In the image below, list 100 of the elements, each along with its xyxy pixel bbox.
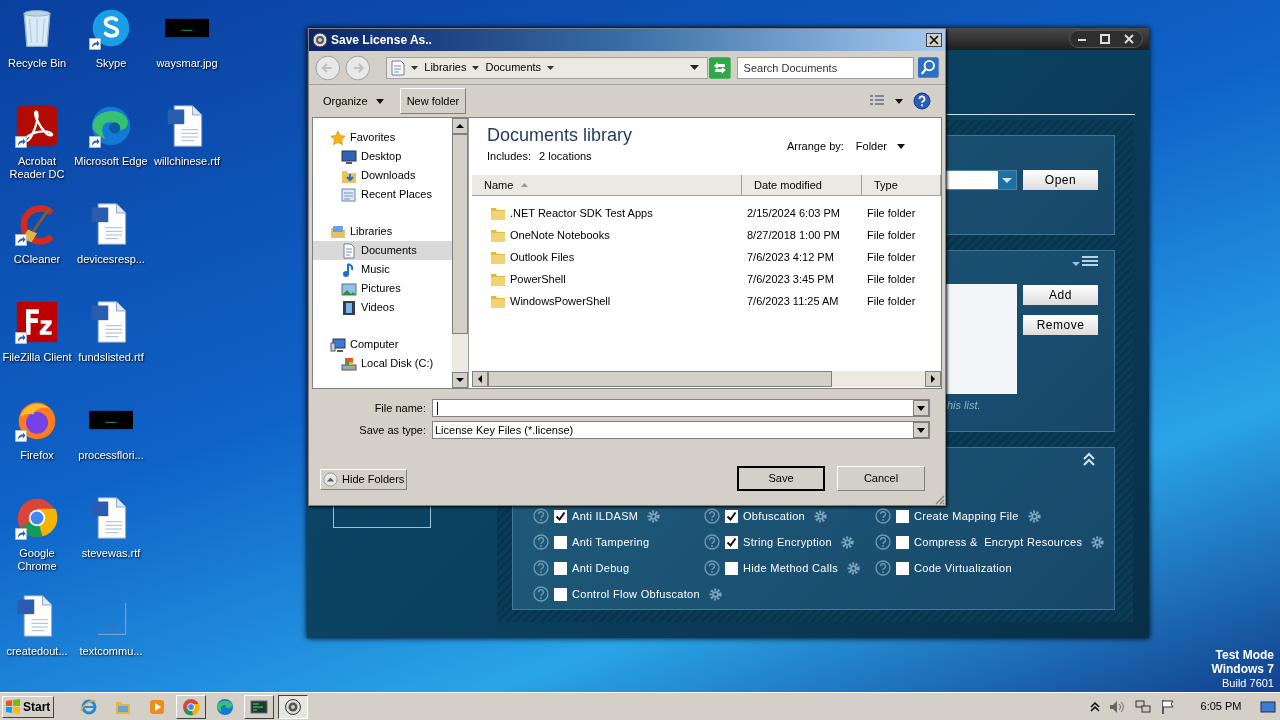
checkbox[interactable]	[554, 509, 567, 523]
checkbox[interactable]	[725, 509, 738, 523]
nav-item[interactable]: Favorites	[313, 128, 452, 147]
refresh-icon[interactable]	[708, 56, 731, 79]
chevron-up-icon[interactable]	[1090, 700, 1100, 713]
start-button[interactable]: Start	[2, 695, 54, 718]
menu-icon[interactable]	[1072, 256, 1100, 268]
open-button[interactable]: Open	[1023, 170, 1098, 190]
checkbox[interactable]	[725, 535, 738, 549]
scroll-down-icon[interactable]	[452, 372, 468, 388]
scrollbar[interactable]	[472, 371, 941, 387]
file-label[interactable]: Firefox	[0, 449, 74, 462]
nav-item[interactable]: Documents	[313, 241, 452, 260]
gear-icon[interactable]	[646, 508, 662, 524]
nav-item[interactable]: Libraries	[313, 222, 452, 241]
checkbox[interactable]	[554, 561, 567, 575]
cancel-button[interactable]: Cancel	[837, 466, 925, 491]
file-label[interactable]: fundslisted.rtf	[74, 351, 148, 364]
file-name-field[interactable]	[432, 399, 930, 417]
file-row[interactable]: Outlook Files 7/6/2023 4:12 PM File folder	[472, 246, 941, 268]
file-row[interactable]: .NET Reactor SDK Test Apps 2/15/2024 6:03 PM File folder	[472, 202, 941, 224]
nav-item[interactable]: Desktop	[313, 147, 452, 166]
checkbox[interactable]	[725, 561, 738, 575]
help-icon[interactable]	[913, 92, 931, 110]
checkbox[interactable]	[896, 509, 909, 523]
file-label[interactable]: devicesresp...	[74, 253, 148, 266]
scrollbar[interactable]	[452, 118, 468, 388]
file-label[interactable]: FileZilla Client	[0, 351, 74, 364]
file-label[interactable]: Google Chrome	[0, 547, 74, 573]
file-label[interactable]: Acrobat Reader DC	[0, 155, 74, 181]
nav-item[interactable]: Computer	[313, 335, 452, 354]
resize-grip-icon[interactable]	[933, 493, 945, 505]
file-label[interactable]: willchinese.rtf	[150, 155, 224, 168]
network-icon[interactable]	[1134, 698, 1152, 715]
gear-icon[interactable]	[813, 508, 828, 524]
search-field[interactable]: Search Documents	[736, 56, 915, 79]
hide-folders-button[interactable]: Hide Folders	[320, 469, 408, 490]
flag-icon[interactable]	[1160, 698, 1176, 715]
breadcrumb-item[interactable]: Libraries	[424, 59, 467, 76]
search-icon[interactable]	[918, 57, 939, 78]
caret-icon[interactable]	[689, 65, 699, 70]
locations-link[interactable]: 2 locations	[539, 148, 592, 165]
file-row[interactable]: OneNote Notebooks 8/27/2018 1:00 PM File folder	[472, 224, 941, 246]
file-label[interactable]: waysmar.jpg	[150, 57, 224, 70]
file-row[interactable]: PowerShell 7/6/2023 3:45 PM File folder	[472, 268, 941, 290]
add-button[interactable]: Add	[1023, 285, 1098, 305]
remove-button[interactable]: Remove	[1023, 315, 1098, 335]
file-label[interactable]: Skype	[74, 57, 148, 70]
nav-item[interactable]: Recent Places	[313, 185, 452, 204]
scroll-thumb[interactable]	[452, 134, 468, 334]
address-bar[interactable]: Libraries Documents	[386, 56, 708, 79]
ftp-app-icon[interactable]	[15, 300, 59, 344]
arrange-dropdown[interactable]: Folder	[855, 138, 905, 155]
collapse-icon[interactable]	[1082, 452, 1096, 466]
caret-icon[interactable]	[411, 65, 419, 70]
nav-item[interactable]: Downloads	[313, 166, 452, 185]
file-label[interactable]: createdout...	[0, 645, 74, 658]
file-label[interactable]: CCleaner	[0, 253, 74, 266]
scroll-right-icon[interactable]	[925, 371, 941, 387]
scroll-left-icon[interactable]	[472, 371, 488, 387]
clock[interactable]: 6:05 PM	[1186, 698, 1256, 715]
column-header[interactable]: Type	[862, 175, 941, 195]
nav-item[interactable]: Pictures	[313, 279, 452, 298]
file-label[interactable]: Recycle Bin	[0, 57, 74, 70]
file-label[interactable]: Microsoft Edge	[74, 155, 148, 168]
nav-item[interactable]: Local Disk (C:)	[313, 354, 452, 373]
file-label[interactable]: processflori...	[74, 449, 148, 462]
scroll-up-icon[interactable]	[452, 118, 468, 134]
gear-icon[interactable]	[846, 560, 861, 576]
browser-icon[interactable]	[15, 496, 59, 540]
pdf-app-icon[interactable]	[15, 104, 59, 148]
organize-menu[interactable]: Organize	[317, 89, 390, 113]
taskbar-button[interactable]	[278, 694, 308, 719]
collapse-icon	[323, 472, 338, 487]
breadcrumb-item[interactable]: Documents	[485, 59, 542, 76]
gear-icon[interactable]	[707, 586, 723, 602]
checkbox[interactable]	[896, 561, 909, 575]
file-label[interactable]: textcommu...	[74, 645, 148, 658]
checkbox[interactable]	[554, 587, 567, 601]
checkbox[interactable]	[896, 535, 909, 549]
checkbox[interactable]	[554, 535, 567, 549]
show-desktop-icon[interactable]	[1260, 698, 1276, 715]
scroll-thumb[interactable]	[488, 371, 832, 387]
file-row[interactable]: WindowsPowerShell 7/6/2023 11:25 AM File folder	[472, 290, 941, 312]
save-button[interactable]: Save	[737, 466, 825, 491]
gear-icon[interactable]	[839, 534, 855, 550]
file-label[interactable]: stevewas.rtf	[74, 547, 148, 560]
caret-icon[interactable]	[472, 65, 480, 70]
caret-icon[interactable]	[547, 65, 555, 70]
nav-item[interactable]: Music	[313, 260, 452, 279]
column-header[interactable]: Date modified	[742, 175, 862, 195]
gear-icon[interactable]	[1026, 508, 1042, 524]
file-type-dropdown[interactable]: License Key Files (*.license)	[432, 421, 930, 439]
new-folder-button[interactable]: New folder	[399, 88, 467, 114]
caret-icon[interactable]	[895, 98, 903, 104]
nav-item[interactable]: Videos	[313, 298, 452, 317]
column-header[interactable]: Name	[472, 175, 742, 195]
gear-icon[interactable]	[1090, 534, 1106, 550]
browser-icon[interactable]	[89, 104, 133, 148]
close-icon[interactable]	[926, 33, 942, 47]
